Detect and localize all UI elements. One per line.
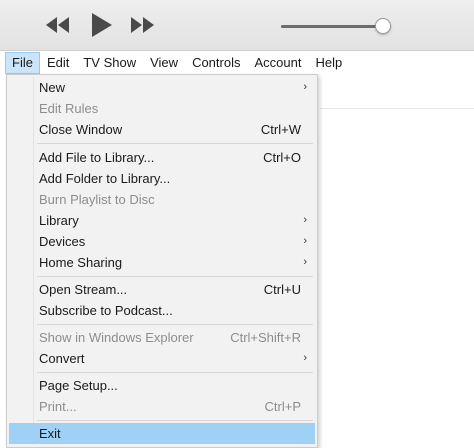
menu-item-home-sharing[interactable]: Home Sharing › xyxy=(9,252,315,273)
menu-item-subscribe-podcast[interactable]: Subscribe to Podcast... xyxy=(9,300,315,321)
menu-item-new[interactable]: New › xyxy=(9,77,315,98)
menu-item-label: Subscribe to Podcast... xyxy=(39,303,173,318)
menu-item-label: Convert xyxy=(39,351,85,366)
menu-item-label: Add File to Library... xyxy=(39,150,155,165)
menu-item-label: Edit Rules xyxy=(39,101,99,116)
menu-item-convert[interactable]: Convert › xyxy=(9,348,315,369)
menu-help[interactable]: Help xyxy=(308,52,349,74)
menu-file[interactable]: File xyxy=(5,51,40,74)
menu-controls[interactable]: Controls xyxy=(185,52,247,74)
volume-slider[interactable] xyxy=(281,25,381,28)
menu-item-print: Print... Ctrl+P xyxy=(9,396,315,417)
content-divider xyxy=(320,108,474,109)
menu-item-close-window[interactable]: Close Window Ctrl+W xyxy=(9,119,315,140)
volume-slider-knob[interactable] xyxy=(375,18,391,34)
menu-item-add-folder[interactable]: Add Folder to Library... xyxy=(9,168,315,189)
menu-separator xyxy=(37,143,313,144)
menu-item-label: Burn Playlist to Disc xyxy=(39,192,155,207)
file-menu-dropdown: New › Edit Rules Close Window Ctrl+W Add… xyxy=(6,74,318,448)
menu-item-exit[interactable]: Exit xyxy=(9,423,315,444)
menu-item-library[interactable]: Library › xyxy=(9,210,315,231)
menu-separator xyxy=(37,324,313,325)
play-icon xyxy=(92,13,112,37)
menu-edit[interactable]: Edit xyxy=(40,52,76,74)
menu-item-add-file[interactable]: Add File to Library... Ctrl+O xyxy=(9,147,315,168)
menu-item-burn-playlist: Burn Playlist to Disc xyxy=(9,189,315,210)
menu-item-shortcut: Ctrl+O xyxy=(263,150,301,165)
menu-item-label: New xyxy=(39,80,66,95)
menu-item-devices[interactable]: Devices › xyxy=(9,231,315,252)
menu-item-label: Page Setup... xyxy=(39,378,118,393)
fast-forward-button[interactable] xyxy=(128,14,156,36)
menu-bar: File Edit TV Show View Controls Account … xyxy=(0,51,474,74)
menu-item-page-setup[interactable]: Page Setup... xyxy=(9,375,315,396)
volume-slider-fill xyxy=(281,25,376,28)
menu-view[interactable]: View xyxy=(143,52,185,74)
menu-item-shortcut: Ctrl+P xyxy=(264,399,301,414)
menu-item-open-stream[interactable]: Open Stream... Ctrl+U xyxy=(9,279,315,300)
submenu-arrow-icon: › xyxy=(303,214,307,226)
menu-item-edit-rules: Edit Rules xyxy=(9,98,315,119)
player-controls-bar xyxy=(0,0,474,51)
menu-item-label: Open Stream... xyxy=(39,282,128,297)
menu-tv-show[interactable]: TV Show xyxy=(76,52,143,74)
submenu-arrow-icon: › xyxy=(303,235,307,247)
menu-item-label: Library xyxy=(39,213,79,228)
menu-item-shortcut: Ctrl+Shift+R xyxy=(230,330,301,345)
menu-item-label: Add Folder to Library... xyxy=(39,171,171,186)
play-button[interactable] xyxy=(88,11,114,39)
fast-forward-icon xyxy=(131,17,154,33)
menu-item-label: Print... xyxy=(39,399,77,414)
menu-item-label: Devices xyxy=(39,234,86,249)
rewind-icon xyxy=(46,17,69,33)
menu-item-label: Exit xyxy=(39,426,61,441)
menu-item-label: Home Sharing xyxy=(39,255,123,270)
submenu-arrow-icon: › xyxy=(303,81,307,93)
submenu-arrow-icon: › xyxy=(303,352,307,364)
menu-item-shortcut: Ctrl+U xyxy=(263,282,301,297)
menu-item-label: Show in Windows Explorer xyxy=(39,330,194,345)
menu-account[interactable]: Account xyxy=(247,52,308,74)
menu-item-show-in-explorer: Show in Windows Explorer Ctrl+Shift+R xyxy=(9,327,315,348)
menu-separator xyxy=(37,372,313,373)
rewind-button[interactable] xyxy=(44,14,72,36)
menu-separator xyxy=(37,420,313,421)
menu-item-shortcut: Ctrl+W xyxy=(260,122,301,137)
menu-separator xyxy=(37,276,313,277)
submenu-arrow-icon: › xyxy=(303,256,307,268)
menu-item-label: Close Window xyxy=(39,122,123,137)
